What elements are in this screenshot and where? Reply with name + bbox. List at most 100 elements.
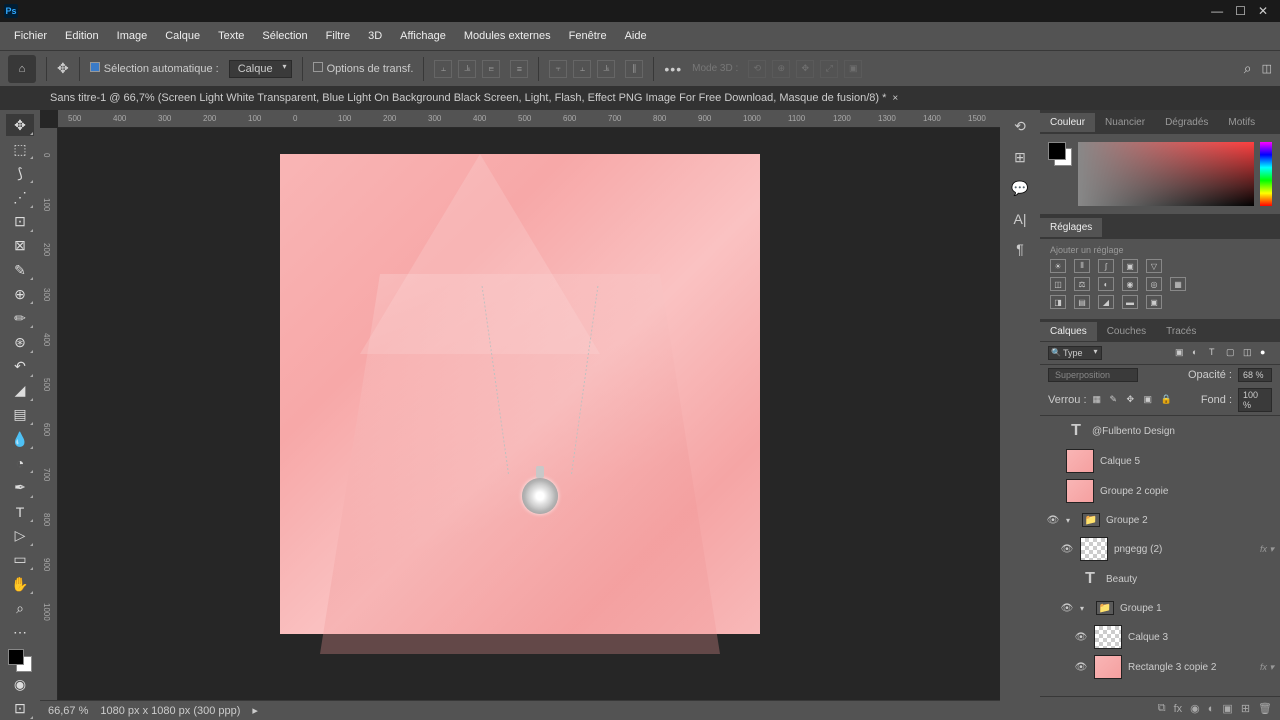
new-layer-icon[interactable]: ⊞ xyxy=(1241,702,1250,715)
layer-row[interactable]: 👁▾📁Groupe 1 xyxy=(1040,594,1280,622)
menu-affichage[interactable]: Affichage xyxy=(392,26,454,46)
blur-tool[interactable]: 💧 xyxy=(6,428,34,450)
layer-name[interactable]: @Fulbento Design xyxy=(1092,426,1274,437)
auto-select-target[interactable]: Calque xyxy=(229,60,292,78)
gradient-tool[interactable]: ▤ xyxy=(6,404,34,426)
clone-stamp-tool[interactable]: ⊛ xyxy=(6,331,34,353)
tab-motifs[interactable]: Motifs xyxy=(1218,113,1265,132)
tab-reglages[interactable]: Réglages xyxy=(1040,218,1102,237)
layer-thumbnail[interactable] xyxy=(1094,655,1122,679)
layer-row[interactable]: T Beauty xyxy=(1040,564,1280,594)
layer-name[interactable]: Calque 3 xyxy=(1128,632,1274,643)
comments-panel-icon[interactable]: 💬 xyxy=(1011,180,1028,197)
zoom-level[interactable]: 66,67 % xyxy=(48,705,88,717)
minimize-button[interactable]: — xyxy=(1211,4,1223,18)
expand-arrow-icon[interactable]: ▾ xyxy=(1066,516,1076,525)
tab-degrades[interactable]: Dégradés xyxy=(1155,113,1218,132)
paragraph-panel-icon[interactable]: ¶ xyxy=(1016,241,1024,257)
type-tool[interactable]: T xyxy=(6,501,34,523)
visibility-toggle[interactable]: 👁 xyxy=(1074,662,1088,673)
posterize-adjust-icon[interactable]: ▤ xyxy=(1074,295,1090,309)
home-button[interactable]: ⌂ xyxy=(8,55,36,83)
filter-smart-icon[interactable]: ◫ xyxy=(1243,347,1255,359)
layer-name[interactable]: Rectangle 3 copie 2 xyxy=(1128,662,1254,673)
photo-filter-adjust-icon[interactable]: ◉ xyxy=(1122,277,1138,291)
eyedropper-tool[interactable]: ✎ xyxy=(6,259,34,281)
lock-all-icon[interactable]: 🔒 xyxy=(1161,394,1173,406)
layer-thumbnail[interactable]: T xyxy=(1066,419,1086,443)
auto-select-checkbox[interactable]: Sélection automatique : xyxy=(90,62,219,75)
delete-layer-icon[interactable]: 🗑 xyxy=(1258,702,1272,715)
canvas[interactable] xyxy=(280,154,760,634)
color-field[interactable] xyxy=(1078,142,1254,206)
screen-mode-tool[interactable]: ⊡ xyxy=(6,698,34,720)
layer-thumbnail[interactable] xyxy=(1066,479,1094,503)
menu-selection[interactable]: Sélection xyxy=(254,26,315,46)
quick-mask-tool[interactable]: ◉ xyxy=(6,674,34,696)
workspace-icon[interactable]: ◫ xyxy=(1262,62,1272,75)
threshold-adjust-icon[interactable]: ◢ xyxy=(1098,295,1114,309)
transform-controls-checkbox[interactable]: Options de transf. xyxy=(313,62,414,75)
layer-thumbnail[interactable]: 📁 xyxy=(1082,513,1100,527)
layer-row[interactable]: 👁▾📁Groupe 2 xyxy=(1040,506,1280,534)
marquee-tool[interactable]: ⬚ xyxy=(6,138,34,160)
align-top-icon[interactable]: ⫟ xyxy=(549,60,567,78)
move-tool[interactable]: ✥ xyxy=(6,114,34,136)
expand-arrow-icon[interactable]: ▾ xyxy=(1080,604,1090,613)
lock-pixels-icon[interactable]: ✎ xyxy=(1110,394,1122,406)
menu-filtre[interactable]: Filtre xyxy=(318,26,358,46)
tab-couches[interactable]: Couches xyxy=(1097,322,1156,341)
hue-adjust-icon[interactable]: ◫ xyxy=(1050,277,1066,291)
layer-style-icon[interactable]: fx xyxy=(1174,703,1183,715)
visibility-toggle[interactable]: 👁 xyxy=(1074,632,1088,643)
healing-tool[interactable]: ⊕ xyxy=(6,283,34,305)
menu-calque[interactable]: Calque xyxy=(157,26,208,46)
canvas-area[interactable]: 500 400 300 200 100 0 100 200 300 400 50… xyxy=(40,110,1000,720)
pen-tool[interactable]: ✒ xyxy=(6,476,34,498)
layer-name[interactable]: Groupe 1 xyxy=(1120,603,1274,614)
search-icon[interactable]: ⌕ xyxy=(1244,60,1252,77)
tab-traces[interactable]: Tracés xyxy=(1156,322,1206,341)
layer-name[interactable]: Beauty xyxy=(1106,574,1274,585)
align-right-icon[interactable]: ⫢ xyxy=(482,60,500,78)
menu-3d[interactable]: 3D xyxy=(360,26,390,46)
layer-name[interactable]: Groupe 2 copie xyxy=(1100,486,1274,497)
close-tab-icon[interactable]: × xyxy=(892,93,898,104)
fx-indicator[interactable]: fx ▾ xyxy=(1260,662,1274,673)
lasso-tool[interactable]: ⟆ xyxy=(6,162,34,184)
blend-mode-dropdown[interactable]: Superposition xyxy=(1048,368,1138,382)
selective-color-adjust-icon[interactable]: ▣ xyxy=(1146,295,1162,309)
hand-tool[interactable]: ✋ xyxy=(6,573,34,595)
layer-name[interactable]: Calque 5 xyxy=(1100,456,1274,467)
layer-name[interactable]: Groupe 2 xyxy=(1106,515,1274,526)
layer-row[interactable]: Calque 5 xyxy=(1040,446,1280,476)
layer-thumbnail[interactable] xyxy=(1094,625,1122,649)
vibrance-adjust-icon[interactable]: ▽ xyxy=(1146,259,1162,273)
filter-adjust-icon[interactable]: ◐ xyxy=(1192,347,1204,359)
close-button[interactable]: ✕ xyxy=(1258,4,1268,18)
hue-slider[interactable] xyxy=(1260,142,1272,206)
layer-mask-icon[interactable]: ◉ xyxy=(1190,702,1200,715)
brightness-adjust-icon[interactable]: ☀ xyxy=(1050,259,1066,273)
align-left-icon[interactable]: ⫠ xyxy=(434,60,452,78)
fx-indicator[interactable]: fx ▾ xyxy=(1260,544,1274,555)
distribute-icon[interactable]: ∥ xyxy=(625,60,643,78)
channel-mixer-adjust-icon[interactable]: ◎ xyxy=(1146,277,1162,291)
layer-thumbnail[interactable] xyxy=(1080,537,1108,561)
layer-thumbnail[interactable] xyxy=(1066,449,1094,473)
maximize-button[interactable]: ☐ xyxy=(1235,4,1246,18)
zoom-tool[interactable]: ⌕ xyxy=(6,597,34,619)
lock-transparency-icon[interactable]: ▦ xyxy=(1093,394,1105,406)
tab-nuancier[interactable]: Nuancier xyxy=(1095,113,1155,132)
gradient-map-adjust-icon[interactable]: ▬ xyxy=(1122,295,1138,309)
history-panel-icon[interactable]: ⟲ xyxy=(1014,118,1026,135)
menu-edition[interactable]: Edition xyxy=(57,26,107,46)
curves-adjust-icon[interactable]: ∫ xyxy=(1098,259,1114,273)
move-tool-icon[interactable]: ✥ xyxy=(57,60,69,77)
filter-pixel-icon[interactable]: ▣ xyxy=(1175,347,1187,359)
color-lookup-adjust-icon[interactable]: ▦ xyxy=(1170,277,1186,291)
foreground-swatch[interactable] xyxy=(8,649,24,665)
layer-thumbnail[interactable]: T xyxy=(1080,567,1100,591)
bw-adjust-icon[interactable]: ◐ xyxy=(1098,277,1114,291)
doc-dimensions[interactable]: 1080 px x 1080 px (300 ppp) xyxy=(100,705,240,717)
